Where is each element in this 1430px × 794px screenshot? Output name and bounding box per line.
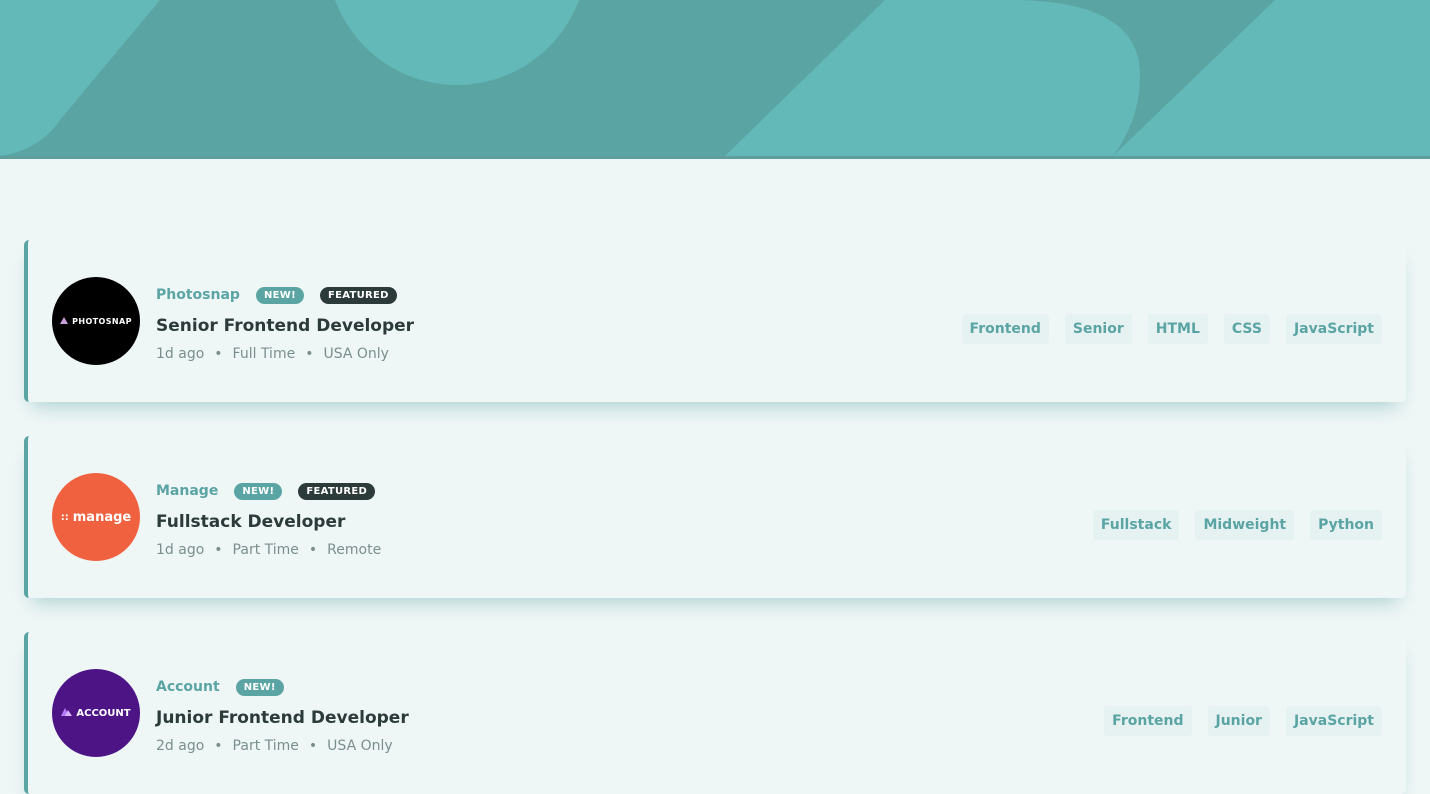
location: USA Only (323, 346, 389, 362)
job-meta: 1d ago • Full Time • USA Only (156, 346, 414, 362)
header-banner (0, 0, 1430, 159)
filter-tag[interactable]: JavaScript (1285, 314, 1382, 344)
job-position[interactable]: Senior Frontend Developer (156, 316, 414, 336)
company-name: Account (156, 679, 220, 695)
new-badge: NEW! (234, 482, 283, 500)
separator-dot-icon: • (305, 346, 314, 362)
filter-tag[interactable]: Frontend (1104, 706, 1192, 736)
separator-dot-icon: • (214, 542, 223, 558)
filter-tag[interactable]: HTML (1147, 314, 1208, 344)
job-card[interactable]: ACCOUNT Account NEW! Junior Frontend Dev… (24, 632, 1406, 794)
filter-tag[interactable]: Fullstack (1092, 510, 1180, 540)
filter-tag[interactable]: Junior (1207, 706, 1270, 736)
manage-logo-icon: :: (60, 511, 69, 523)
job-info: Account NEW! Junior Frontend Developer 2… (156, 678, 409, 754)
job-card[interactable]: PHOTOSNAP Photosnap NEW! FEATURED Senior… (24, 240, 1406, 402)
tag-list: Frontend Senior HTML CSS JavaScript (946, 314, 1382, 344)
filter-tag[interactable]: Midweight (1195, 510, 1295, 540)
posted-at: 1d ago (156, 346, 205, 362)
separator-dot-icon: • (308, 542, 318, 558)
logo-text: ACCOUNT (76, 707, 131, 719)
job-info: Manage NEW! FEATURED Fullstack Developer… (156, 482, 391, 558)
filter-tag[interactable]: CSS (1223, 314, 1270, 344)
account-logo-icon (61, 707, 73, 719)
featured-badge: FEATURED (298, 482, 376, 500)
job-position[interactable]: Junior Frontend Developer (156, 708, 409, 728)
company-logo: ACCOUNT (52, 669, 140, 757)
header-pattern (0, 0, 1430, 156)
separator-dot-icon: • (214, 346, 223, 362)
filter-tag[interactable]: Frontend (961, 314, 1049, 344)
photosnap-logo-icon (60, 316, 69, 326)
featured-badge: FEATURED (319, 286, 397, 304)
posted-at: 1d ago (156, 542, 205, 558)
new-badge: NEW! (235, 678, 284, 696)
job-card[interactable]: :: manage Manage NEW! FEATURED Fullstack… (24, 436, 1406, 598)
company-name: Photosnap (156, 287, 240, 303)
contract-type: Part Time (232, 542, 299, 558)
company-name: Manage (156, 483, 219, 499)
filter-tag[interactable]: Senior (1064, 314, 1132, 344)
logo-text: manage (72, 509, 132, 525)
filter-tag[interactable]: Python (1310, 510, 1382, 540)
company-logo: PHOTOSNAP (52, 277, 140, 365)
logo-text: PHOTOSNAP (72, 316, 132, 326)
job-info: Photosnap NEW! FEATURED Senior Frontend … (156, 286, 414, 362)
location: USA Only (327, 738, 393, 754)
contract-type: Full Time (232, 346, 296, 362)
new-badge: NEW! (255, 286, 304, 304)
contract-type: Part Time (232, 738, 299, 754)
tag-list: Fullstack Midweight Python (1077, 510, 1382, 540)
posted-at: 2d ago (156, 738, 205, 754)
location: Remote (327, 542, 382, 558)
tag-list: Frontend Junior JavaScript (1088, 706, 1382, 736)
filter-tag[interactable]: JavaScript (1285, 706, 1382, 736)
job-position[interactable]: Fullstack Developer (156, 512, 391, 532)
company-logo: :: manage (52, 473, 140, 561)
job-meta: 2d ago • Part Time • USA Only (156, 738, 409, 754)
separator-dot-icon: • (308, 738, 318, 754)
separator-dot-icon: • (214, 738, 223, 754)
job-meta: 1d ago • Part Time • Remote (156, 542, 391, 558)
